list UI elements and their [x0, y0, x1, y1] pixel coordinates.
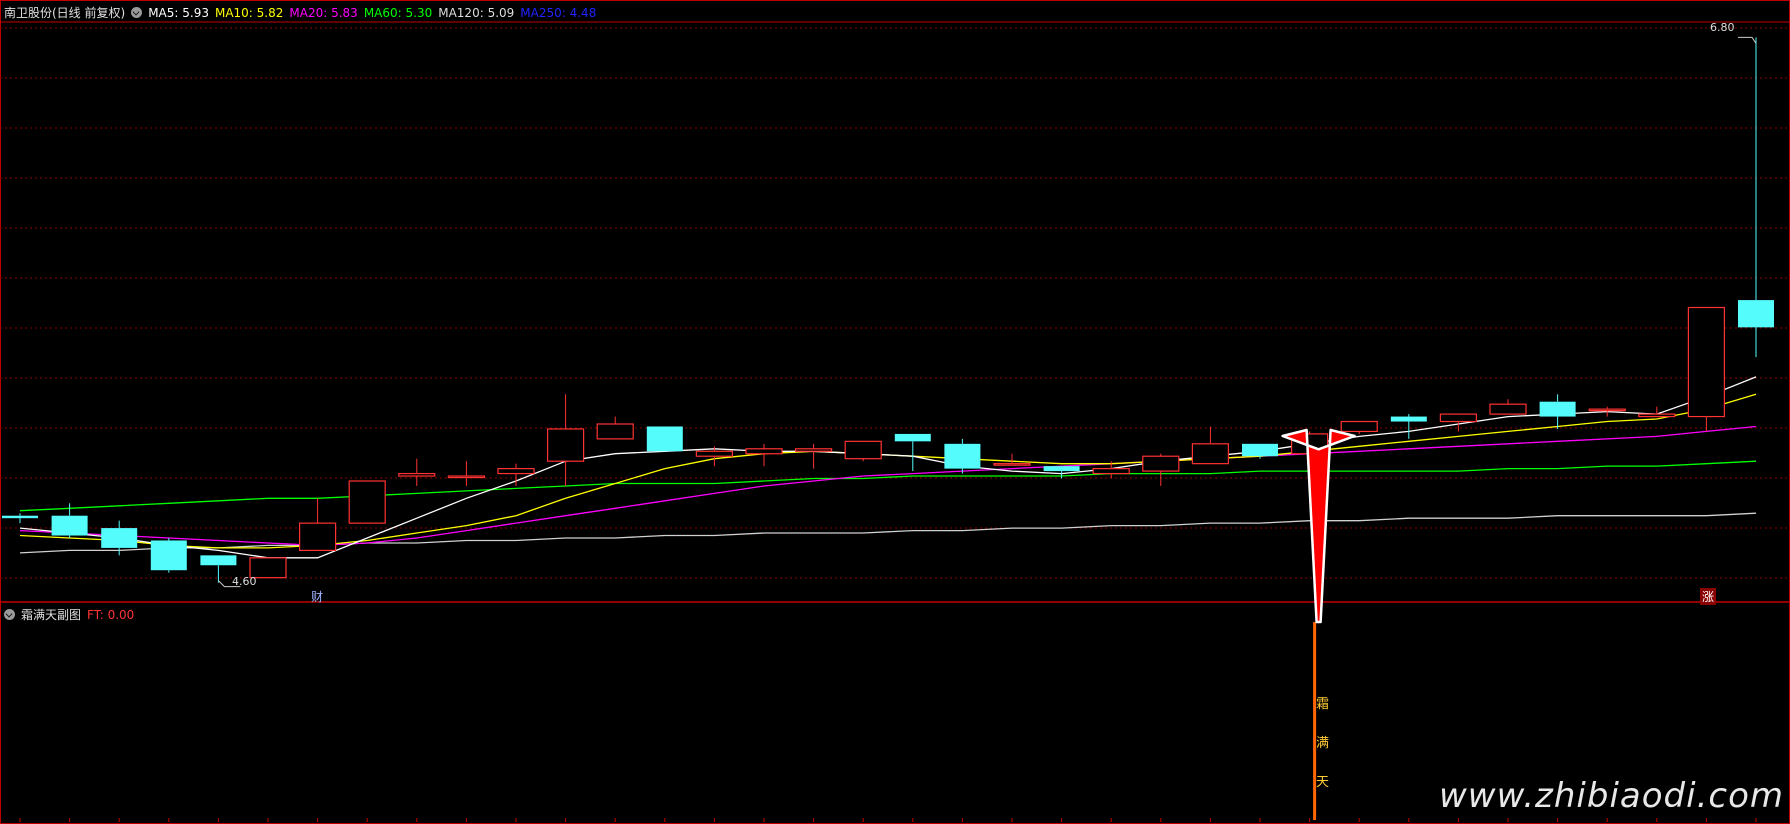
candle-up [447, 475, 485, 479]
limit-up-marker[interactable]: 涨 [1700, 588, 1717, 605]
ma-value: 5.93 [182, 5, 209, 20]
candle-up [1340, 420, 1378, 433]
sub-chart-header: 霜满天副图 FT: 0.00 [4, 606, 134, 623]
candle-up [844, 440, 882, 460]
candle-up [497, 468, 535, 475]
sub-chart-title: 霜满天副图 [21, 608, 82, 622]
candle-up [546, 428, 585, 462]
candle-up [993, 463, 1031, 466]
chevron-down-icon[interactable] [4, 609, 15, 620]
candle-up [1439, 413, 1478, 423]
candle-up [596, 423, 634, 440]
ma-label: MA120: [438, 5, 488, 20]
candle-down [1539, 401, 1576, 417]
signal-char-3: 天 [1316, 775, 1330, 790]
ma-legend-item: MA20: 5.83 [289, 6, 357, 20]
high-price-label: 6.80 [1710, 21, 1735, 34]
ma-label: MA60: [363, 5, 406, 20]
candle-down [150, 540, 187, 571]
watermark: www.zhibiaodi.com [1438, 776, 1784, 816]
candle-up [398, 472, 436, 477]
ft-value: 0.00 [107, 607, 135, 622]
candle-up [1638, 413, 1676, 418]
finance-marker[interactable]: 财 [309, 588, 325, 605]
candle-up [1092, 468, 1130, 475]
candle-down [200, 555, 237, 566]
candle-down [1738, 300, 1774, 328]
ma-legend-item: MA250: 4.48 [520, 6, 596, 20]
candle-up [348, 480, 386, 524]
ma-legend-item: MA60: 5.30 [364, 6, 432, 20]
candle-up [695, 450, 734, 457]
candle-down [51, 515, 88, 536]
candle-up [1588, 408, 1626, 412]
candle-up [1687, 306, 1726, 418]
ma-legend-item: MA120: 5.09 [438, 6, 514, 20]
low-price-label: 4.60 [232, 575, 257, 588]
ma-label: MA250: [520, 5, 570, 20]
ft-label: FT: [87, 607, 104, 622]
candle-down [646, 426, 683, 452]
ma-value: 4.48 [569, 5, 597, 20]
ma-value: 5.83 [331, 5, 358, 20]
ma-legend-item: MA5: 5.93 [148, 6, 209, 20]
ma-legend: MA5: 5.93 MA10: 5.82 MA20: 5.83 MA60: 5.30 M… [148, 6, 602, 20]
ma-value: 5.82 [256, 5, 284, 20]
chart-stage: 南卫股份(日线 前复权) MA5: 5.93 MA10: 5.82 MA20: 5.… [0, 0, 1790, 824]
candle-down [1043, 466, 1080, 472]
candle-up [299, 522, 337, 551]
stock-title: 南卫股份(日线 前复权) [4, 6, 126, 20]
candle-down [894, 433, 931, 442]
ma60-line [19, 460, 1757, 512]
ma-label: MA20: [289, 5, 332, 20]
candle-up [1489, 403, 1527, 415]
ma-value: 5.09 [487, 5, 515, 20]
candle-up [745, 448, 783, 455]
candle-up [794, 448, 833, 452]
ma-label: MA10: [214, 5, 257, 20]
high-price-leader [1738, 36, 1757, 44]
ft-legend: FT: 0.00 [87, 608, 134, 622]
candle-down [1242, 443, 1278, 457]
signal-arrow [1281, 428, 1356, 624]
candle-up [1142, 455, 1180, 472]
kline-chart[interactable] [0, 0, 1790, 824]
ma10-line [19, 393, 1757, 549]
main-chart-header: 南卫股份(日线 前复权) MA5: 5.93 MA10: 5.82 MA20: 5.… [4, 4, 602, 21]
candle-up [1191, 443, 1230, 465]
candle-down [2, 515, 38, 519]
chevron-down-icon[interactable] [131, 7, 143, 18]
ma-value: 5.30 [405, 5, 433, 20]
candle-down [1390, 416, 1427, 422]
candle-down [944, 443, 981, 469]
ma-legend-item: MA10: 5.82 [215, 6, 283, 20]
ma-label: MA5: [148, 5, 183, 20]
candle-down [101, 528, 138, 548]
signal-char-2: 满 [1316, 736, 1330, 751]
signal-char-1: 霜 [1316, 697, 1330, 712]
